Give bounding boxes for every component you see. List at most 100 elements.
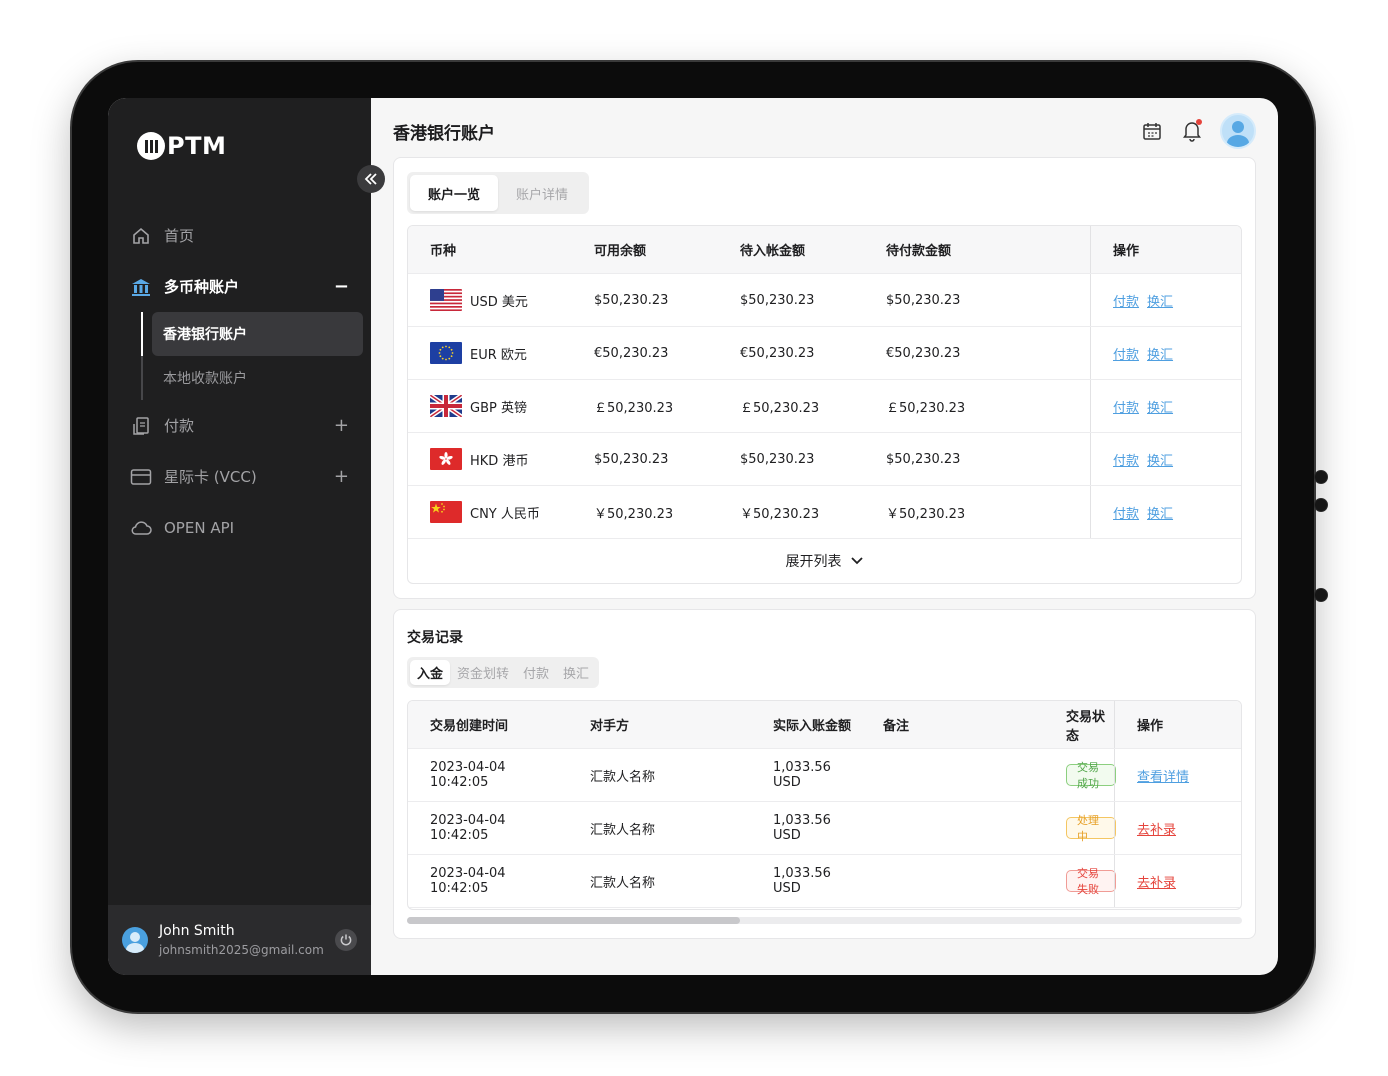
- currency-name: GBP 英镑: [470, 400, 527, 416]
- tab-deposit[interactable]: 入金: [410, 660, 451, 685]
- user-profile[interactable]: John Smith johnsmith2025@gmail.com: [108, 905, 371, 975]
- sidebar-item-payment[interactable]: 付款 +: [108, 400, 371, 451]
- counterparty: 汇款人名称: [590, 769, 656, 785]
- pay-link[interactable]: 付款: [1113, 344, 1139, 363]
- eu-flag-icon: [430, 342, 462, 364]
- sidebar-item-open-api[interactable]: OPEN API: [108, 502, 371, 553]
- sidebar-nav: 首页 多币种账户 − 香港银行账户 本地收款账户 付款 + 星际卡 (VCC) …: [108, 210, 371, 553]
- hk-flag-icon: [430, 448, 462, 470]
- sidebar-item-hk-bank[interactable]: 香港银行账户: [152, 312, 363, 356]
- collapse-sidebar-button[interactable]: [357, 165, 385, 193]
- transactions-table: 交易创建时间 对手方 实际入账金额 备注 交易状态 操作 2023-04-04 …: [407, 700, 1242, 910]
- tab-transfer[interactable]: 资金划转: [450, 660, 516, 685]
- logout-button[interactable]: [335, 929, 357, 951]
- user-email: johnsmith2025@gmail.com: [159, 943, 324, 957]
- submenu-line: [141, 312, 143, 400]
- status-badge: 交易失败: [1066, 867, 1116, 896]
- brand-logo[interactable]: PTM: [137, 132, 226, 160]
- expand-list-label: 展开列表: [785, 554, 842, 570]
- pending-out-amount: ￡50,230.23: [886, 400, 966, 416]
- currency-name: CNY 人民币: [470, 506, 540, 522]
- expand-plus-icon[interactable]: +: [334, 415, 349, 436]
- col-status: 交易状态: [1066, 709, 1106, 744]
- created-time: 2023-04-04 10:42:05: [430, 813, 506, 843]
- sidebar-item-home[interactable]: 首页: [108, 210, 371, 261]
- counterparty: 汇款人名称: [590, 875, 656, 891]
- col-counterparty: 对手方: [590, 719, 630, 734]
- table-row: USD 美元 $50,230.23 $50,230.23 $50,230.23 …: [408, 274, 1241, 327]
- accounts-table: 币种 可用余额 待入帐金额 待付款金额 操作 USD 美元 $50,230.23…: [407, 225, 1242, 584]
- chevron-down-icon: [850, 557, 863, 565]
- counterparty: 汇款人名称: [590, 822, 656, 838]
- exchange-link[interactable]: 换汇: [1147, 344, 1173, 363]
- horizontal-scrollbar[interactable]: [407, 917, 1242, 924]
- supplement-link[interactable]: 去补录: [1137, 819, 1176, 838]
- table-row: 2023-04-04 10:42:05 汇款人名称 1,033.56 USD 处…: [408, 802, 1241, 855]
- col-pending-in: 待入帐金额: [740, 244, 806, 259]
- account-tabs: 账户一览 账户详情: [407, 172, 590, 214]
- scrollbar-thumb[interactable]: [407, 917, 740, 924]
- table-row: HKD 港币 $50,230.23 $50,230.23 $50,230.23 …: [408, 433, 1241, 486]
- double-chevron-left-icon: [364, 173, 377, 185]
- available-balance: $50,230.23: [594, 451, 669, 467]
- pending-in-amount: $50,230.23: [740, 451, 815, 467]
- app-screen: PTM 首页 多币种账户 − 香港银行账户 本地收款账户 付款 + 星际卡 (V…: [108, 98, 1278, 975]
- exchange-link[interactable]: 换汇: [1147, 291, 1173, 310]
- avatar[interactable]: [1220, 113, 1256, 149]
- payment-icon: [130, 415, 152, 437]
- sidebar: PTM 首页 多币种账户 − 香港银行账户 本地收款账户 付款 + 星际卡 (V…: [108, 98, 385, 975]
- pending-in-amount: $50,230.23: [740, 292, 815, 308]
- pay-link[interactable]: 付款: [1113, 503, 1139, 522]
- calendar-icon: [1143, 123, 1161, 140]
- notification-dot: [1196, 119, 1202, 125]
- pay-link[interactable]: 付款: [1113, 450, 1139, 469]
- calendar-button[interactable]: [1140, 119, 1164, 143]
- status-badge: 交易成功: [1066, 761, 1116, 790]
- transactions-title: 交易记录: [407, 630, 463, 646]
- pay-link[interactable]: 付款: [1113, 397, 1139, 416]
- sidebar-item-label: 多币种账户: [164, 278, 240, 296]
- tab-exchange[interactable]: 换汇: [556, 660, 596, 685]
- exchange-link[interactable]: 换汇: [1147, 503, 1173, 522]
- sidebar-item-label: 星际卡 (VCC): [164, 468, 257, 486]
- sidebar-item-label: OPEN API: [164, 518, 235, 537]
- supplement-link[interactable]: 去补录: [1137, 872, 1176, 891]
- currency-name: USD 美元: [470, 294, 528, 310]
- sidebar-item-label: 付款: [164, 417, 195, 435]
- logo-text: PTM: [167, 132, 227, 160]
- col-actions: 操作: [1090, 226, 1241, 273]
- expand-list-button[interactable]: 展开列表: [408, 539, 1241, 583]
- col-actions: 操作: [1114, 701, 1241, 748]
- available-balance: $50,230.23: [594, 292, 669, 308]
- power-icon: [340, 934, 352, 946]
- available-balance: €50,230.23: [594, 345, 669, 361]
- cn-flag-icon: [430, 501, 462, 523]
- exchange-link[interactable]: 换汇: [1147, 397, 1173, 416]
- expand-plus-icon[interactable]: +: [334, 466, 349, 487]
- cloud-icon: [130, 517, 152, 539]
- gb-flag-icon: [430, 395, 462, 417]
- sidebar-item-multi-currency[interactable]: 多币种账户 −: [108, 261, 371, 312]
- available-balance: ￥50,230.23: [594, 506, 674, 522]
- view-details-link[interactable]: 查看详情: [1137, 766, 1189, 785]
- tablet-frame: PTM 首页 多币种账户 − 香港银行账户 本地收款账户 付款 + 星际卡 (V…: [72, 62, 1328, 1012]
- exchange-link[interactable]: 换汇: [1147, 450, 1173, 469]
- sidebar-item-vcc[interactable]: 星际卡 (VCC) +: [108, 451, 371, 502]
- avatar: [122, 927, 148, 953]
- pay-link[interactable]: 付款: [1113, 291, 1139, 310]
- collapse-minus-icon[interactable]: −: [334, 276, 349, 297]
- tab-payment[interactable]: 付款: [516, 660, 556, 685]
- pending-out-amount: €50,230.23: [886, 345, 961, 361]
- side-sensor: [1314, 498, 1328, 512]
- sidebar-item-local-collection[interactable]: 本地收款账户: [152, 356, 371, 400]
- transactions-card: 交易记录 入金 资金划转 付款 换汇 交易创建时间 对手方 实际入账金额 备注 …: [393, 609, 1256, 939]
- col-available: 可用余额: [594, 244, 647, 259]
- notification-button[interactable]: [1180, 119, 1204, 143]
- side-sensor: [1314, 470, 1328, 484]
- amount: 1,033.56 USD: [773, 760, 831, 790]
- pending-out-amount: ￥50,230.23: [886, 506, 966, 522]
- page-title: 香港银行账户: [393, 124, 495, 144]
- tab-account-overview[interactable]: 账户一览: [410, 175, 499, 211]
- created-time: 2023-04-04 10:42:05: [430, 760, 506, 790]
- tab-account-details[interactable]: 账户详情: [498, 175, 586, 211]
